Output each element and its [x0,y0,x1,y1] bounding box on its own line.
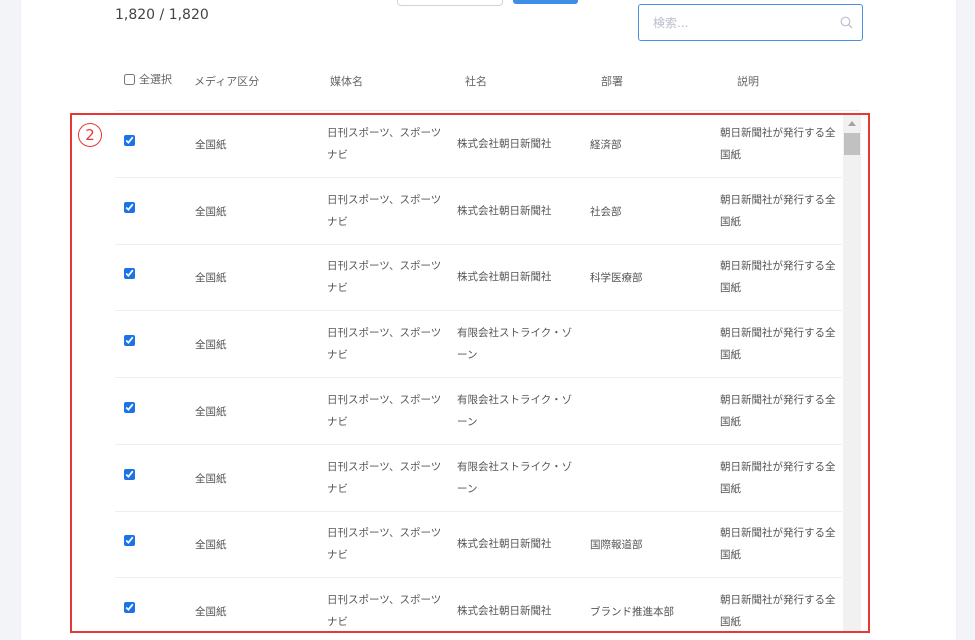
scrollbar-thumb[interactable] [844,133,860,155]
chevron-up-icon[interactable] [848,121,856,126]
column-header-outlet[interactable]: 媒体名 [330,73,363,89]
row-checkbox[interactable] [124,468,135,480]
outlet-cell: 日刊スポーツ、スポーツナビ [327,327,442,362]
select-all-label: 全選択 [139,73,172,86]
media-type-cell: 全国紙 [195,205,227,218]
select-all[interactable]: 全選択 [124,71,172,87]
primary-button[interactable] [513,0,578,4]
company-cell: 株式会社朝日新聞社 [457,138,552,150]
search-input[interactable] [639,5,843,40]
row-checkbox-cell[interactable] [124,401,135,416]
outlet-cell: 日刊スポーツ、スポーツナビ [327,593,442,628]
row-checkbox[interactable] [124,335,135,347]
description-cell: 朝日新聞社が発行する全国紙 [720,593,836,628]
description-cell: 朝日新聞社が発行する全国紙 [720,260,836,295]
row-checkbox-cell[interactable] [124,268,135,282]
media-type-cell: 全国紙 [195,139,227,151]
media-type-cell: 全国紙 [195,339,227,352]
row-checkbox[interactable] [124,535,135,547]
media-type-cell: 全国紙 [195,405,227,418]
vertical-scrollbar[interactable] [843,114,861,631]
media-type-cell: 全国紙 [195,605,227,618]
column-header-company[interactable]: 社名 [465,73,487,89]
table-body[interactable]: 全国紙 日刊スポーツ、スポーツナビ 株式会社朝日新聞社 経済部 朝日新聞社が発行する全国… [115,111,842,640]
secondary-button[interactable] [397,0,503,6]
row-checkbox[interactable] [124,601,135,613]
outlet-cell: 日刊スポーツ、スポーツナビ [327,127,442,161]
department-cell: 経済部 [590,139,622,151]
description-cell: 朝日新聞社が発行する全国紙 [720,127,836,161]
department-cell: ブランド推進本部 [590,605,674,618]
company-cell: 株式会社朝日新聞社 [457,604,552,617]
annotation-number: 2 [78,123,102,147]
select-all-checkbox[interactable] [124,74,135,85]
table-row[interactable]: 全国紙 日刊スポーツ、スポーツナビ 有限会社ストライク・ゾーン 朝日新聞社が発行する全… [115,311,842,379]
department-cell: 社会部 [590,205,622,218]
search-icon[interactable] [840,16,853,29]
media-type-cell: 全国紙 [195,472,227,485]
table-row[interactable]: 全国紙 日刊スポーツ、スポーツナビ 株式会社朝日新聞社 ブランド推進本部 朝日新聞社が発… [115,578,842,640]
outlet-cell: 日刊スポーツ、スポーツナビ [327,527,442,562]
outlet-cell: 日刊スポーツ、スポーツナビ [327,393,442,428]
table-row[interactable]: 全国紙 日刊スポーツ、スポーツナビ 株式会社朝日新聞社 経済部 朝日新聞社が発行する全国… [115,111,842,178]
company-cell: 有限会社ストライク・ゾーン [457,327,573,362]
company-cell: 株式会社朝日新聞社 [457,204,552,217]
search-box[interactable] [638,4,863,41]
company-cell: 株式会社朝日新聞社 [457,271,552,284]
company-cell: 有限会社ストライク・ゾーン [457,460,573,495]
row-checkbox-cell[interactable] [124,468,135,483]
table-row[interactable]: 全国紙 日刊スポーツ、スポーツナビ 有限会社ストライク・ゾーン 朝日新聞社が発行する全… [115,445,842,512]
column-header-department[interactable]: 部署 [601,73,623,89]
description-cell: 朝日新聞社が発行する全国紙 [720,527,836,562]
description-cell: 朝日新聞社が発行する全国紙 [720,393,836,428]
row-checkbox-cell[interactable] [124,135,135,149]
table-header: 全選択 メディア区分 媒体名 社名 部署 説明 [0,60,975,100]
column-header-description[interactable]: 説明 [737,73,759,89]
outlet-cell: 日刊スポーツ、スポーツナビ [327,460,442,495]
outlet-cell: 日刊スポーツ、スポーツナビ [327,260,442,295]
row-checkbox-cell[interactable] [124,535,135,549]
table-row[interactable]: 全国紙 日刊スポーツ、スポーツナビ 株式会社朝日新聞社 科学医療部 朝日新聞社が発行する… [115,244,842,312]
description-cell: 朝日新聞社が発行する全国紙 [720,327,836,362]
media-type-cell: 全国紙 [195,539,227,552]
table-row[interactable]: 全国紙 日刊スポーツ、スポーツナビ 有限会社ストライク・ゾーン 朝日新聞社が発行する全… [115,378,842,445]
company-cell: 株式会社朝日新聞社 [457,538,552,551]
row-checkbox-cell[interactable] [124,201,135,216]
row-checkbox[interactable] [124,201,135,213]
media-type-cell: 全国紙 [195,272,227,285]
row-checkbox[interactable] [124,401,135,413]
company-cell: 有限会社ストライク・ゾーン [457,393,573,428]
table-row[interactable]: 全国紙 日刊スポーツ、スポーツナビ 株式会社朝日新聞社 社会部 朝日新聞社が発行する全国… [115,178,842,245]
row-checkbox[interactable] [124,135,135,146]
row-checkbox[interactable] [124,268,135,280]
row-checkbox-cell[interactable] [124,601,135,616]
table-row[interactable]: 全国紙 日刊スポーツ、スポーツナビ 株式会社朝日新聞社 国際報道部 朝日新聞社が発行する… [115,511,842,579]
result-count: 1,820 / 1,820 [115,7,209,23]
description-cell: 朝日新聞社が発行する全国紙 [720,460,836,495]
department-cell: 科学医療部 [590,272,643,285]
department-cell: 国際報道部 [590,539,643,552]
column-header-media-type[interactable]: メディア区分 [194,73,259,89]
outlet-cell: 日刊スポーツ、スポーツナビ [327,193,442,228]
description-cell: 朝日新聞社が発行する全国紙 [720,193,836,228]
row-checkbox-cell[interactable] [124,335,135,349]
